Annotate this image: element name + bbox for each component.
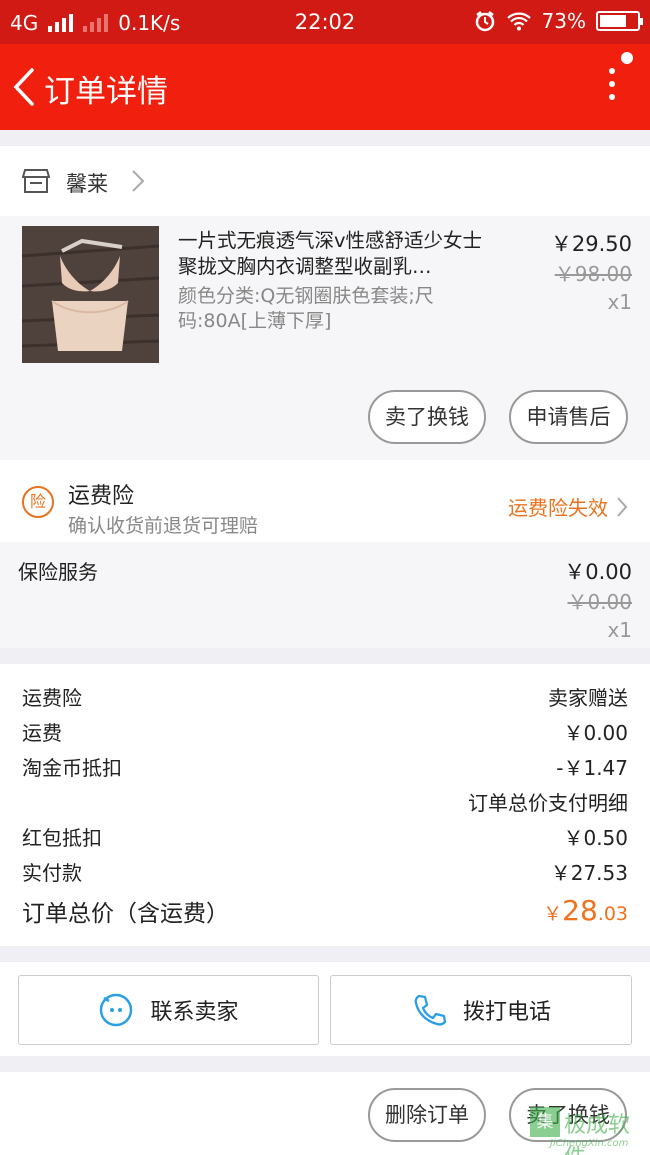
nav-bar: 订单详情 [0, 44, 650, 130]
order-total-row: 订单总价（含运费） ￥28.03 [22, 894, 628, 932]
chevron-right-icon [132, 170, 145, 192]
battery-icon [596, 11, 643, 31]
product-image[interactable] [22, 226, 159, 363]
order-total-value: ￥28.03 [543, 894, 628, 927]
insurance-service-item: 保险服务 ￥0.00 ￥0.00 x1 [0, 542, 650, 648]
delete-order-button[interactable]: 删除订单 [368, 1088, 486, 1142]
contact-seller-button[interactable]: 联系卖家 [18, 975, 319, 1045]
summary-row: 淘金币抵扣 -￥1.47 [22, 752, 628, 782]
order-total-label: 订单总价（含运费） [22, 901, 229, 927]
total-decimal: .03 [597, 903, 628, 925]
insurance-service-quantity: x1 [607, 618, 632, 642]
insurance-badge-icon: 险 [22, 486, 54, 518]
summary-row: 实付款 ￥27.53 [22, 857, 628, 887]
summary-label: 淘金币抵扣 [22, 756, 122, 780]
call-phone-label: 拨打电话 [462, 1000, 551, 1025]
notification-dot [621, 52, 633, 64]
summary-value: 订单总价支付明细 [468, 791, 628, 815]
page-title: 订单详情 [44, 74, 168, 110]
product-original-price: ￥98.00 [554, 262, 632, 286]
payment-detail-link[interactable]: 订单总价支付明细 [22, 787, 628, 817]
call-phone-button[interactable]: 拨打电话 [330, 975, 632, 1045]
wifi-icon [506, 12, 531, 31]
sell-button[interactable]: 卖了换钱 [368, 390, 486, 444]
shop-icon [22, 169, 50, 193]
total-currency: ￥ [543, 903, 563, 925]
shop-name: 馨莱 [66, 172, 108, 196]
summary-value: ￥0.50 [563, 826, 628, 850]
summary-row: 红包抵扣 ￥0.50 [22, 822, 628, 852]
watermark-mark: 集 [530, 1107, 560, 1137]
summary-label: 运费 [22, 721, 62, 745]
summary-value: -￥1.47 [556, 756, 628, 780]
product-price: ￥29.50 [550, 232, 632, 256]
product-quantity: x1 [607, 290, 632, 314]
insurance-title: 运费险 [68, 484, 135, 509]
footer-actions: 删除订单 卖了换钱 集 极成软件 JiChengXin.com [0, 1072, 650, 1155]
summary-value: 卖家赠送 [548, 686, 628, 710]
insurance-service-original-price: ￥0.00 [567, 590, 632, 614]
status-bar: 4G 0.1K/s 22:02 73% [0, 0, 650, 44]
product-item[interactable]: 一片式无痕透气深v性感舒适少女士聚拢文胸内衣调整型收副乳… 颜色分类:Q无钢圈肤… [0, 216, 650, 460]
phone-icon [414, 994, 447, 1026]
summary-row: 运费 ￥0.00 [22, 717, 628, 747]
contact-seller-label: 联系卖家 [150, 1000, 239, 1025]
alarm-icon [475, 11, 494, 32]
product-sku: 颜色分类:Q无钢圈肤色套装;尺码:80A[上薄下厚] [178, 285, 434, 332]
summary-label: 运费险 [22, 686, 82, 710]
total-integer: 28 [562, 894, 598, 927]
product-title: 一片式无痕透气深v性感舒适少女士聚拢文胸内衣调整型收副乳… [178, 229, 483, 278]
summary-row: 运费险 卖家赠送 [22, 682, 628, 712]
insurance-service-price: ￥0.00 [564, 560, 632, 584]
summary-label: 实付款 [22, 861, 82, 885]
after-sale-button[interactable]: 申请售后 [509, 390, 628, 444]
summary-value: ￥0.00 [563, 721, 628, 745]
watermark-logo: 集 极成软件 JiChengXin.com [526, 1107, 646, 1155]
chevron-right-icon [617, 496, 628, 517]
shipping-insurance-row[interactable]: 险 运费险 确认收货前退货可理赔 运费险失效 [0, 460, 650, 542]
back-arrow-icon[interactable] [10, 66, 40, 108]
summary-value: ￥27.53 [550, 861, 628, 885]
insurance-status-text: 运费险失效 [508, 496, 608, 520]
insurance-status-link[interactable]: 运费险失效 [508, 492, 628, 521]
more-menu-icon[interactable] [604, 68, 620, 108]
insurance-desc: 确认收货前退货可理赔 [68, 515, 259, 537]
shop-row[interactable]: 馨莱 [0, 146, 650, 216]
chat-bubble-icon [100, 993, 133, 1027]
battery-percent: 73% [541, 9, 586, 33]
watermark-url: JiChengXin.com [550, 1138, 629, 1149]
order-summary: 运费险 卖家赠送 运费 ￥0.00 淘金币抵扣 -￥1.47 订单总价支付明细 … [0, 664, 650, 946]
summary-label: 红包抵扣 [22, 826, 102, 850]
insurance-service-label: 保险服务 [18, 560, 98, 584]
status-right: 73% [474, 9, 643, 33]
contact-bar: 联系卖家 拨打电话 [0, 962, 650, 1056]
